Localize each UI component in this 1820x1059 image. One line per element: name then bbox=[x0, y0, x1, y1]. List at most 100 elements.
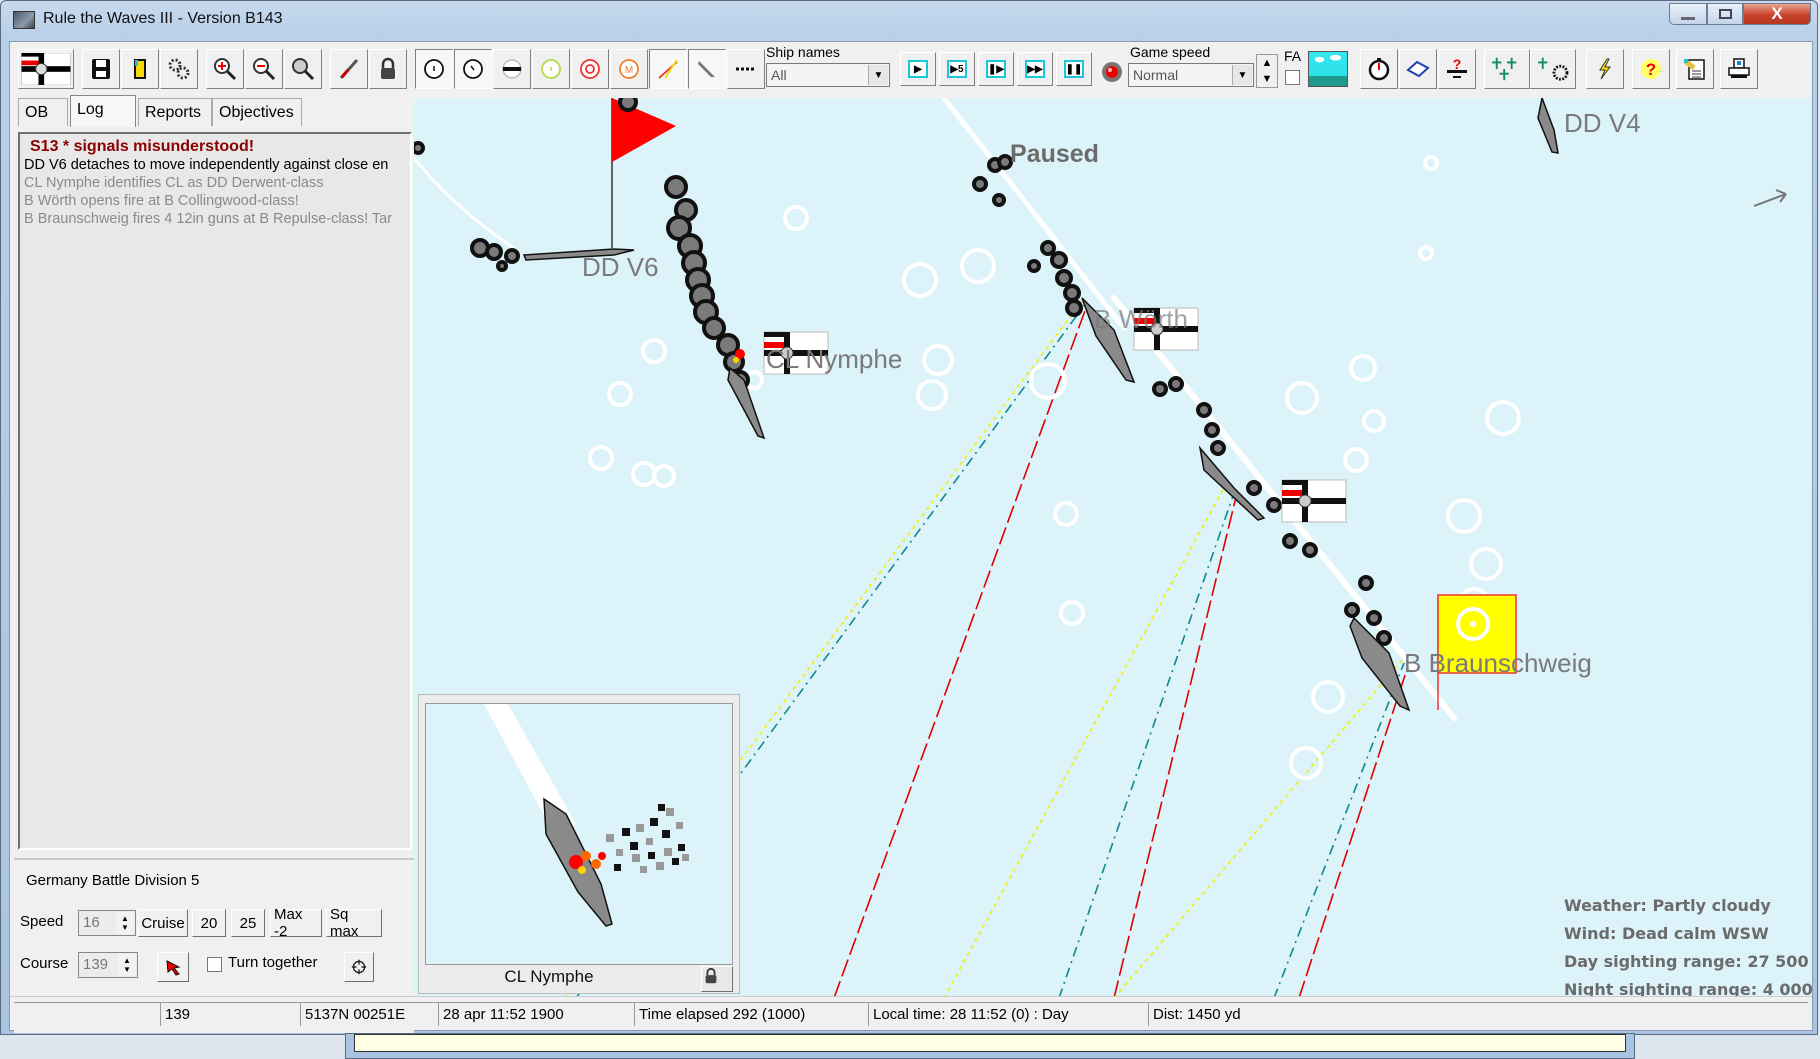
save-button[interactable] bbox=[82, 49, 120, 89]
settings-button[interactable] bbox=[160, 49, 198, 89]
title-bar[interactable]: Rule the Waves III - Version B143 X bbox=[1, 1, 1817, 37]
ship-label-dd-v4[interactable]: DD V4 bbox=[1564, 108, 1641, 139]
green-circle-button[interactable] bbox=[532, 49, 570, 89]
closeup-debris bbox=[606, 804, 689, 873]
splash bbox=[1289, 746, 1323, 780]
record-indicator-icon[interactable] bbox=[1100, 60, 1124, 84]
green-circle-icon bbox=[541, 59, 561, 79]
game-speed-select[interactable]: Normal ▼ bbox=[1128, 63, 1254, 87]
game-speed-spinner[interactable]: ▲ ▼ bbox=[1256, 54, 1278, 88]
target-button[interactable] bbox=[344, 952, 374, 982]
fire-lines-button[interactable] bbox=[649, 49, 687, 89]
ship-label-b-worth[interactable]: B Wörth bbox=[1094, 304, 1188, 335]
fast-forward-icon: ▶▶ bbox=[1025, 60, 1045, 78]
splash bbox=[1285, 381, 1319, 415]
status-date: 28 apr 11:52 1900 bbox=[438, 1002, 634, 1026]
padlock-icon bbox=[381, 57, 395, 79]
spinner-arrows-icon[interactable]: ▲ ▼ bbox=[118, 954, 136, 976]
ship-dd-v4 bbox=[1537, 98, 1559, 154]
minus-circle-button[interactable] bbox=[493, 49, 531, 89]
turn-together-checkbox[interactable] bbox=[207, 957, 222, 972]
arrow-up-icon[interactable]: ▲ bbox=[1262, 57, 1273, 69]
maximize-button[interactable] bbox=[1707, 3, 1743, 25]
tab-ob[interactable]: OB bbox=[18, 98, 68, 126]
battle-log[interactable]: S13 * signals misunderstood! DD V6 detac… bbox=[18, 132, 412, 850]
splash bbox=[922, 344, 954, 376]
splash bbox=[1349, 354, 1377, 382]
manual-button[interactable] bbox=[1399, 49, 1437, 89]
air-settings-button[interactable] bbox=[1530, 49, 1576, 89]
mine-circle-button[interactable]: M bbox=[610, 49, 648, 89]
step-button[interactable]: ❚▶ bbox=[978, 52, 1014, 86]
battle-map[interactable]: DD V6 CL Nymphe B Wörth DD V4 B Braunsch… bbox=[414, 98, 1812, 996]
course-input[interactable]: 139 ▲ ▼ bbox=[78, 952, 138, 978]
air-strike-button[interactable] bbox=[1484, 49, 1530, 89]
help-button[interactable]: ? bbox=[1632, 49, 1670, 89]
air-unknown-button[interactable]: ? bbox=[1438, 49, 1476, 89]
zoom-out-button[interactable] bbox=[245, 49, 283, 89]
log-entry: B Braunschweig fires 4 12in guns at B Re… bbox=[24, 211, 393, 227]
tab-reports[interactable]: Reports bbox=[138, 98, 212, 126]
zoom-in-button[interactable] bbox=[206, 49, 244, 89]
step-icon: ❚▶ bbox=[986, 60, 1006, 78]
status-local-time: Local time: 28 11:52 (0) : Day bbox=[868, 1002, 1148, 1026]
report-button[interactable] bbox=[1676, 49, 1714, 89]
ship-names-select[interactable]: All ▼ bbox=[766, 63, 890, 87]
closeup-lock-button[interactable] bbox=[701, 966, 733, 992]
red-target-button[interactable] bbox=[571, 49, 609, 89]
arrow-down-icon[interactable]: ▼ bbox=[1262, 73, 1273, 85]
maximize-icon bbox=[1718, 9, 1732, 19]
speed-20-button[interactable]: 20 bbox=[192, 909, 226, 937]
speed-cruise-button[interactable]: Cruise bbox=[138, 909, 188, 937]
log-entry: B Wörth opens fire at B Collingwood-clas… bbox=[24, 193, 299, 209]
ship-outline-button[interactable] bbox=[688, 49, 726, 89]
ship-label-cl-nymphe[interactable]: CL Nymphe bbox=[766, 344, 902, 375]
play-5-button[interactable]: ▶5 bbox=[939, 52, 975, 86]
splash bbox=[641, 338, 667, 364]
fire-button[interactable] bbox=[330, 49, 368, 89]
splash bbox=[960, 248, 996, 284]
speed-25-button[interactable]: 25 bbox=[231, 909, 265, 937]
tab-log[interactable]: Log bbox=[70, 95, 136, 127]
background-window-edge bbox=[345, 1033, 1635, 1059]
weather-button[interactable] bbox=[1308, 51, 1348, 87]
fa-checkbox[interactable] bbox=[1285, 70, 1300, 85]
pause-button[interactable]: ❚❚ bbox=[1056, 52, 1092, 86]
lightning-button[interactable] bbox=[1586, 49, 1624, 89]
speed-squadron-max-button[interactable]: Sq max bbox=[326, 906, 382, 940]
mine-circle-icon: M bbox=[619, 59, 639, 79]
print-button[interactable] bbox=[1720, 49, 1758, 89]
timer-button[interactable] bbox=[1360, 49, 1398, 89]
app-icon bbox=[13, 11, 35, 29]
set-course-pointer-button[interactable] bbox=[157, 952, 189, 982]
splash bbox=[652, 464, 676, 488]
lock-button[interactable] bbox=[369, 49, 407, 89]
fire-lines-icon bbox=[658, 59, 678, 79]
smoke-clouds bbox=[414, 141, 1392, 646]
spinner-arrows-icon[interactable]: ▲ ▼ bbox=[116, 912, 134, 934]
toolbar-flag-button[interactable] bbox=[18, 49, 74, 89]
course-value: 139 bbox=[83, 956, 109, 973]
fire-line bbox=[944, 487, 1225, 996]
sky-weather-icon bbox=[1314, 54, 1342, 63]
speed-input[interactable]: 16 ▲ ▼ bbox=[78, 910, 136, 936]
minimize-button[interactable] bbox=[1669, 3, 1707, 25]
speed-max-minus-2-button[interactable]: Max -2 bbox=[270, 906, 322, 940]
paused-indicator: Paused bbox=[1010, 140, 1099, 168]
play-button[interactable]: ▶ bbox=[900, 52, 936, 86]
exit-button[interactable] bbox=[121, 49, 159, 89]
ship-label-b-braunschweig[interactable]: B Braunschweig bbox=[1404, 648, 1592, 679]
splash bbox=[1446, 498, 1482, 534]
range-circle-button[interactable] bbox=[415, 49, 453, 89]
tab-objectives[interactable]: Objectives bbox=[212, 98, 302, 126]
ship-label-dd-v6[interactable]: DD V6 bbox=[582, 252, 659, 283]
splash bbox=[1418, 245, 1434, 261]
clock-circle-button[interactable] bbox=[454, 49, 492, 89]
weather-info: Weather: Partly cloudy bbox=[1564, 896, 1771, 915]
door-exit-icon bbox=[134, 59, 146, 79]
fast-forward-button[interactable]: ▶▶ bbox=[1017, 52, 1053, 86]
close-button[interactable]: X bbox=[1743, 3, 1811, 25]
ship-closeup-canvas[interactable] bbox=[425, 703, 733, 965]
zoom-reset-button[interactable] bbox=[284, 49, 322, 89]
dotted-line-button[interactable] bbox=[727, 49, 765, 89]
